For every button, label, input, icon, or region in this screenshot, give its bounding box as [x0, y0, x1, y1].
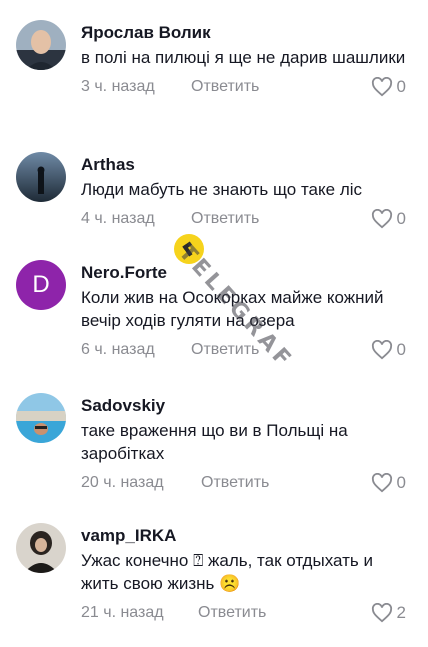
comment-time: 6 ч. назад — [81, 341, 155, 358]
comment-time: 21 ч. назад — [81, 604, 164, 621]
comment-username[interactable]: Sadovskiy — [81, 395, 411, 417]
heart-icon — [371, 340, 392, 360]
avatar-letter: D — [32, 271, 50, 298]
like-button[interactable]: 2 — [371, 601, 406, 625]
comment-username[interactable]: Arthas — [81, 154, 411, 176]
like-button[interactable]: 0 — [371, 338, 406, 362]
like-count: 0 — [396, 77, 406, 96]
comment-text: Люди мабуть не знають що таке ліс — [81, 180, 363, 199]
comment-text: таке враження що ви в Польщі на заробітк… — [81, 421, 348, 463]
comment-username[interactable]: Nero.Forte — [81, 262, 411, 284]
like-count: 0 — [396, 340, 406, 359]
like-button[interactable]: 0 — [371, 207, 406, 231]
like-count: 0 — [396, 473, 406, 492]
like-count: 2 — [396, 603, 406, 622]
comment-time: 20 ч. назад — [81, 474, 164, 491]
heart-icon — [371, 473, 392, 493]
like-count: 0 — [396, 209, 406, 228]
heart-icon — [371, 209, 392, 229]
comment-username[interactable]: Ярослав Волик — [81, 22, 411, 44]
comment-text: в полі на пилюці я ще не дарив шашлики — [81, 48, 406, 67]
like-button[interactable]: 0 — [371, 471, 406, 495]
reply-button[interactable]: Ответить — [191, 338, 259, 362]
comment-time: 4 ч. назад — [81, 210, 155, 227]
avatar[interactable]: D — [16, 260, 66, 310]
comment-text: Коли жив на Осокорках майже кожний вечір… — [81, 288, 384, 330]
reply-button[interactable]: Ответить — [201, 471, 269, 495]
heart-icon — [371, 603, 392, 623]
comment-time: 3 ч. назад — [81, 78, 155, 95]
avatar[interactable] — [16, 20, 66, 70]
avatar[interactable] — [16, 393, 66, 443]
comment-username[interactable]: vamp_IRKA — [81, 525, 411, 547]
avatar[interactable] — [16, 152, 66, 202]
like-button[interactable]: 0 — [371, 75, 406, 99]
reply-button[interactable]: Ответить — [198, 601, 266, 625]
comment-text: Ужас конечно ⍰ жаль, так отдыхать и жить… — [81, 551, 373, 593]
reply-button[interactable]: Ответить — [191, 75, 259, 99]
reply-button[interactable]: Ответить — [191, 207, 259, 231]
avatar[interactable] — [16, 523, 66, 573]
heart-icon — [371, 77, 392, 97]
